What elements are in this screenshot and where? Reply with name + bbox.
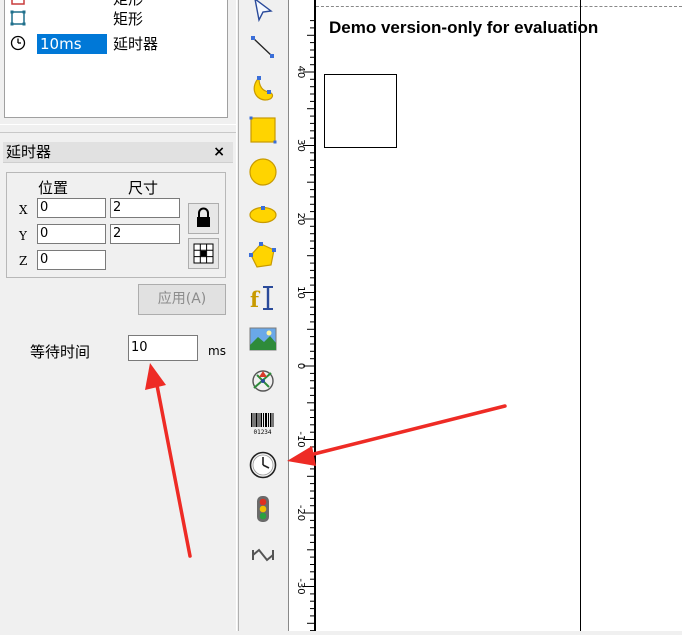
arrow-to-clock-tool — [287, 404, 507, 466]
arrow-to-wait-field — [145, 363, 192, 558]
annotation-arrows — [145, 363, 507, 558]
